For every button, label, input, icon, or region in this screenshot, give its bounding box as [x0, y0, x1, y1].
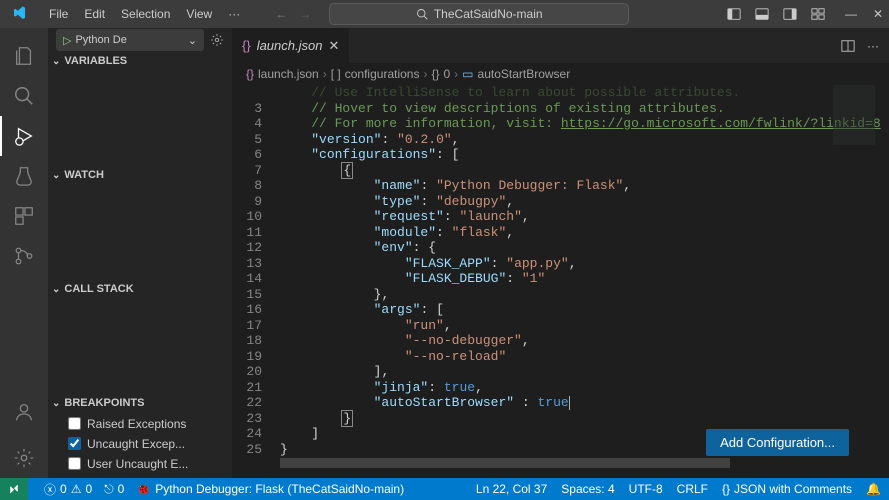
chevron-down-icon: ⌄ [188, 34, 197, 47]
search-icon [416, 8, 428, 20]
status-eol[interactable]: CRLF [677, 482, 708, 496]
debug-sidebar: ▷ Python De ⌄ ⌄VARIABLES ⌄WATCH ⌄CALL ST… [48, 28, 232, 478]
menu-view[interactable]: View [179, 3, 219, 25]
activity-bar [0, 28, 48, 478]
nav-arrows: ← → [275, 7, 311, 21]
menu-bar: File Edit Selection View ··· [42, 3, 247, 25]
breakpoints-section[interactable]: ⌄BREAKPOINTS [48, 394, 232, 412]
testing-icon[interactable] [0, 156, 48, 196]
start-debug-icon[interactable]: ▷ [63, 34, 71, 47]
editor-tab[interactable]: {} launch.json ✕ [232, 28, 350, 63]
search-view-icon[interactable] [0, 76, 48, 116]
variables-section[interactable]: ⌄VARIABLES [48, 52, 232, 70]
status-cursor-pos[interactable]: Ln 22, Col 37 [476, 482, 547, 496]
breakpoint-row[interactable]: Raised Exceptions [68, 414, 224, 434]
command-center-search[interactable]: TheCatSaidNo-main [329, 3, 629, 25]
status-ports[interactable]: ⎋0 [104, 482, 124, 497]
line-numbers: 345678910111213141516171819202122232425 [232, 85, 280, 478]
breakpoint-row[interactable]: Uncaught Excep... [68, 434, 224, 454]
toggle-primary-sidebar-icon[interactable] [727, 7, 741, 21]
status-language[interactable]: {} JSON with Comments [722, 482, 852, 496]
code-editor[interactable]: 345678910111213141516171819202122232425 … [232, 85, 889, 478]
status-problems[interactable]: ⓧ0 ⚠0 [44, 481, 92, 498]
error-icon: ⓧ [44, 481, 56, 498]
close-icon[interactable]: ✕ [328, 38, 339, 54]
add-configuration-button[interactable]: Add Configuration... [706, 429, 849, 456]
vscode-logo-icon [14, 6, 30, 22]
customize-layout-icon[interactable] [811, 7, 825, 21]
menu-more[interactable]: ··· [221, 3, 247, 25]
notifications-icon[interactable]: 🔔 [866, 482, 881, 496]
breakpoint-row[interactable]: User Uncaught E... [68, 454, 224, 474]
callstack-section[interactable]: ⌄CALL STACK [48, 280, 232, 298]
menu-selection[interactable]: Selection [114, 3, 177, 25]
gear-icon[interactable] [210, 33, 224, 47]
tab-title: launch.json [257, 38, 323, 53]
watch-section[interactable]: ⌄WATCH [48, 166, 232, 184]
window-minimize-icon[interactable]: — [845, 7, 857, 21]
menu-file[interactable]: File [42, 3, 75, 25]
nav-forward-icon[interactable]: → [299, 7, 311, 21]
code-content[interactable]: // Use IntelliSense to learn about possi… [280, 85, 889, 478]
warning-icon: ⚠ [71, 482, 82, 496]
debug-config-name: Python De [75, 34, 126, 46]
nav-back-icon[interactable]: ← [275, 7, 287, 21]
source-control-icon[interactable] [0, 236, 48, 276]
toggle-secondary-sidebar-icon[interactable] [783, 7, 797, 21]
settings-icon[interactable] [0, 438, 48, 478]
status-indent[interactable]: Spaces: 4 [561, 482, 614, 496]
json-file-icon: {} [242, 38, 251, 53]
status-debugger[interactable]: 🐞Python Debugger: Flask (TheCatSaidNo-ma… [136, 482, 404, 496]
menu-edit[interactable]: Edit [77, 3, 112, 25]
remote-indicator[interactable] [0, 478, 28, 500]
status-bar: ⓧ0 ⚠0 ⎋0 🐞Python Debugger: Flask (TheCat… [0, 478, 889, 500]
toggle-panel-icon[interactable] [755, 7, 769, 21]
status-encoding[interactable]: UTF-8 [629, 482, 663, 496]
window-close-icon[interactable]: ✕ [873, 7, 883, 21]
search-text: TheCatSaidNo-main [434, 7, 543, 21]
explorer-icon[interactable] [0, 36, 48, 76]
extensions-icon[interactable] [0, 196, 48, 236]
bp-checkbox-user-uncaught[interactable] [68, 457, 81, 470]
more-actions-icon[interactable]: ··· [867, 39, 879, 53]
horizontal-scrollbar[interactable] [280, 458, 889, 468]
split-editor-icon[interactable] [841, 39, 855, 53]
debug-config-dropdown[interactable]: ▷ Python De ⌄ [56, 29, 204, 51]
breadcrumb[interactable]: {} launch.json › [ ] configurations › {}… [232, 63, 889, 85]
debug-icon: 🐞 [136, 482, 151, 496]
run-debug-icon[interactable] [0, 116, 48, 156]
tab-bar: {} launch.json ✕ ··· [232, 28, 889, 63]
title-bar: File Edit Selection View ··· ← → TheCatS… [0, 0, 889, 28]
bp-checkbox-uncaught[interactable] [68, 437, 81, 450]
accounts-icon[interactable] [0, 392, 48, 432]
bp-checkbox-raised[interactable] [68, 417, 81, 430]
layout-controls [727, 7, 825, 21]
ports-icon: ⎋ [104, 482, 114, 497]
editor-area: {} launch.json ✕ ··· {} launch.json › [ … [232, 28, 889, 478]
